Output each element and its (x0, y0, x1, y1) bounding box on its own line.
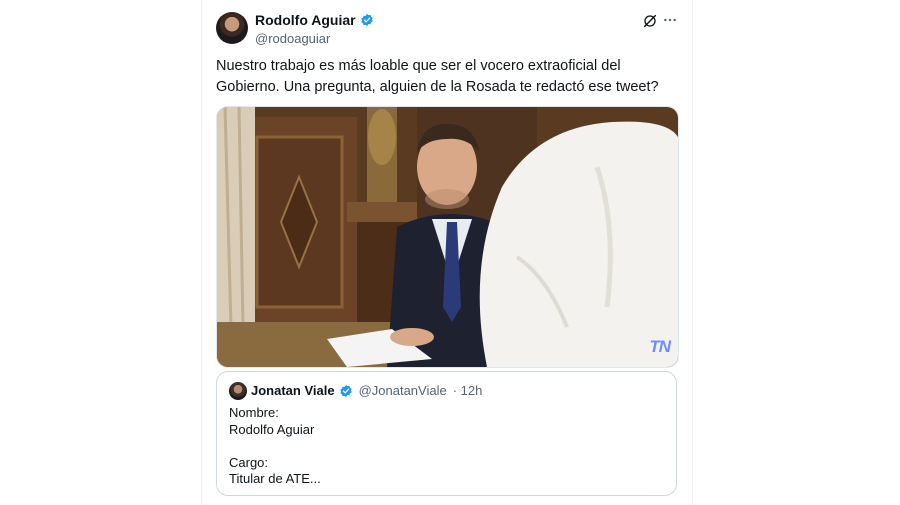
quoted-tweet-text: Nombre: Rodolfo Aguiar Cargo: Titular de… (229, 405, 321, 488)
author-name[interactable]: Rodolfo Aguiar (255, 12, 356, 28)
tweet-video[interactable]: TN (216, 106, 679, 368)
quoted-line: Nombre: (229, 405, 279, 420)
video-frame-image (217, 107, 678, 367)
verified-badge-icon (360, 13, 373, 27)
quoted-line: Rodolfo Aguiar (229, 421, 315, 437)
quoted-tweet-time: · 12h (452, 383, 483, 398)
tweet-text: Nuestro trabajo es más loable que ser el… (216, 58, 659, 95)
author-name-row: Rodolfo Aguiar (255, 12, 374, 28)
grok-icon[interactable] (642, 13, 658, 29)
quoted-line: Cargo: (229, 454, 269, 470)
quoted-tweet[interactable]: Jonatan Viale @JonatanViale · 12h Nombre… (216, 371, 677, 496)
verified-badge-icon (339, 384, 352, 397)
author-info: Rodolfo Aguiar @rodoaguiar (255, 12, 374, 46)
author-handle[interactable]: @rodoaguiar (255, 31, 374, 46)
quoted-author-avatar (229, 382, 247, 400)
quoted-author-handle: @JonatanViale (358, 383, 447, 398)
tweet-card: Rodolfo Aguiar @rodoaguiar Nuestro traba… (201, 0, 693, 505)
more-options-icon[interactable] (662, 12, 678, 28)
quoted-tweet-header: Jonatan Viale @JonatanViale · 12h (251, 383, 482, 398)
quoted-author-name: Jonatan Viale (251, 383, 335, 398)
tn-watermark: TN (649, 337, 671, 356)
quoted-line (229, 438, 321, 455)
quoted-line: Titular de ATE... (229, 471, 321, 486)
author-avatar[interactable] (216, 12, 248, 44)
